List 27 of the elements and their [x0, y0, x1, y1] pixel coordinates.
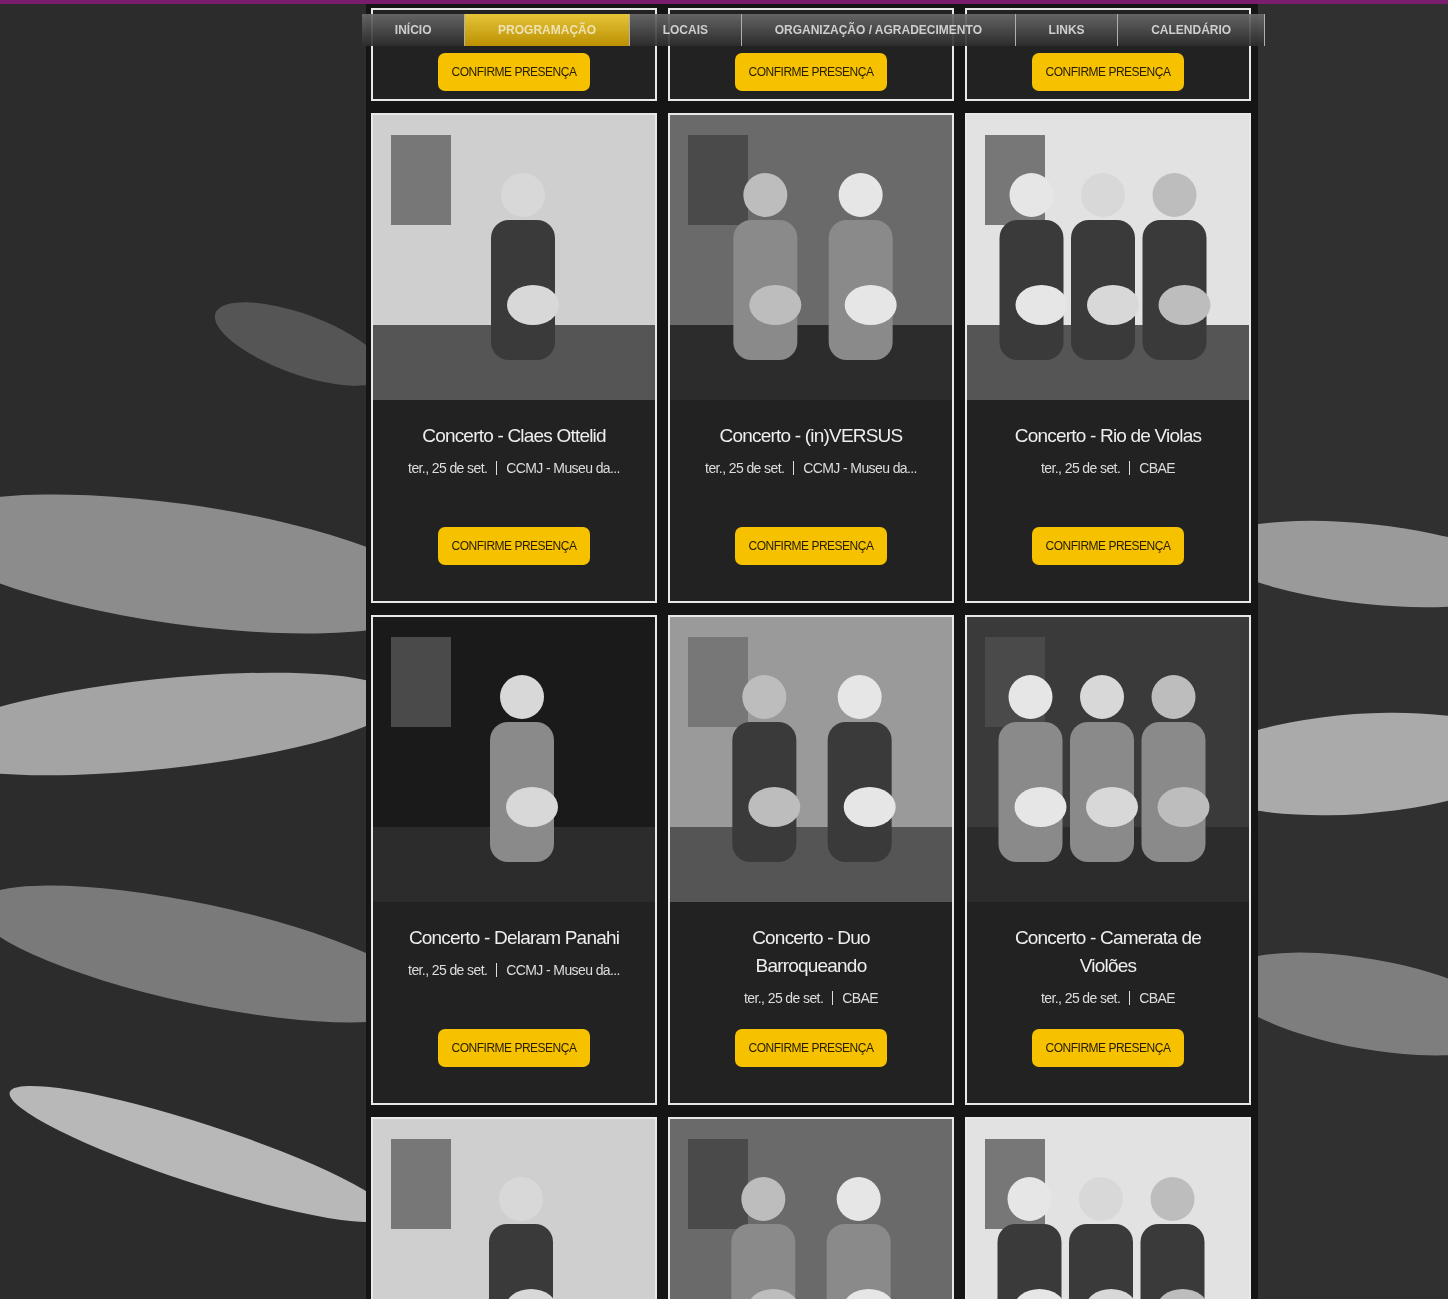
event-venue: CBAE: [1139, 990, 1175, 1006]
confirm-button[interactable]: CONFIRME PRESENÇA: [735, 527, 887, 565]
event-date: ter., 25 de set.: [1041, 460, 1121, 476]
event-title: Concerto - Rio de Violas: [1014, 424, 1202, 448]
event-venue: CCMJ - Museu da...: [506, 962, 620, 978]
confirm-button[interactable]: CONFIRME PRESENÇA: [1032, 1029, 1184, 1067]
confirm-button[interactable]: CONFIRME PRESENÇA: [438, 53, 590, 91]
event-venue: CBAE: [1139, 460, 1175, 476]
confirm-button[interactable]: CONFIRME PRESENÇA: [438, 1029, 590, 1067]
confirm-button[interactable]: CONFIRME PRESENÇA: [735, 1029, 887, 1067]
event-date: ter., 25 de set.: [408, 962, 488, 978]
event-title: Concerto - Camerata de Violões: [1013, 926, 1203, 978]
event-title: Concerto - (in)VERSUS: [719, 424, 903, 448]
event-date: ter., 25 de set.: [1041, 990, 1121, 1006]
event-date: ter., 25 de set.: [408, 460, 488, 476]
event-venue: CCMJ - Museu da...: [506, 460, 620, 476]
event-date: ter., 25 de set.: [744, 990, 824, 1006]
confirm-button[interactable]: CONFIRME PRESENÇA: [1032, 53, 1184, 91]
confirm-button[interactable]: CONFIRME PRESENÇA: [735, 53, 887, 91]
event-venue: CBAE: [842, 990, 878, 1006]
event-title: Concerto - Claes Ottelid: [422, 424, 606, 448]
event-title: Concerto - Delaram Panahi: [408, 926, 620, 950]
event-date: ter., 25 de set.: [705, 460, 785, 476]
event-title: Concerto - Duo Barroqueando: [751, 926, 871, 978]
confirm-button[interactable]: CONFIRME PRESENÇA: [438, 527, 590, 565]
confirm-button[interactable]: CONFIRME PRESENÇA: [1032, 527, 1184, 565]
event-venue: CCMJ - Museu da...: [803, 460, 917, 476]
